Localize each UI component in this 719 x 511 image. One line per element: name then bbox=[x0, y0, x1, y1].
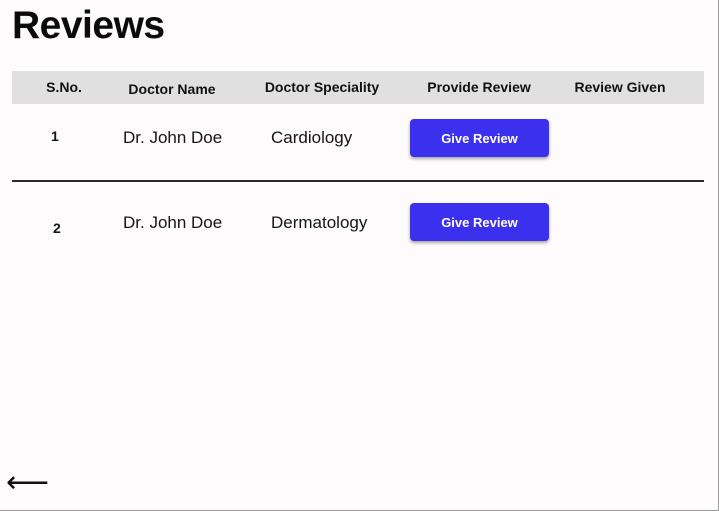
give-review-button[interactable]: Give Review bbox=[410, 203, 549, 241]
give-review-button[interactable]: Give Review bbox=[410, 119, 549, 157]
header-sno: S.No. bbox=[46, 79, 82, 95]
header-review-given: Review Given bbox=[574, 79, 666, 95]
page-frame: Reviews S.No. Doctor Name Doctor Special… bbox=[0, 0, 719, 511]
header-provide-review: Provide Review bbox=[427, 79, 531, 95]
row-doctor-name: Dr. John Doe bbox=[123, 213, 223, 232]
row-sno: 1 bbox=[51, 128, 59, 144]
reviews-table-header: S.No. Doctor Name Doctor Speciality Prov… bbox=[12, 71, 704, 104]
row-speciality: Cardiology bbox=[271, 128, 353, 147]
row-doctor-name: Dr. John Doe bbox=[123, 128, 223, 147]
back-arrow-icon[interactable]: ⟵ bbox=[6, 468, 49, 498]
row-speciality: Dermatology bbox=[271, 213, 368, 232]
page-title: Reviews bbox=[12, 4, 165, 47]
row-divider bbox=[12, 180, 704, 182]
row-sno: 2 bbox=[53, 220, 61, 236]
header-doctor-name: Doctor Name bbox=[128, 81, 216, 97]
header-doctor-speciality: Doctor Speciality bbox=[264, 79, 380, 95]
